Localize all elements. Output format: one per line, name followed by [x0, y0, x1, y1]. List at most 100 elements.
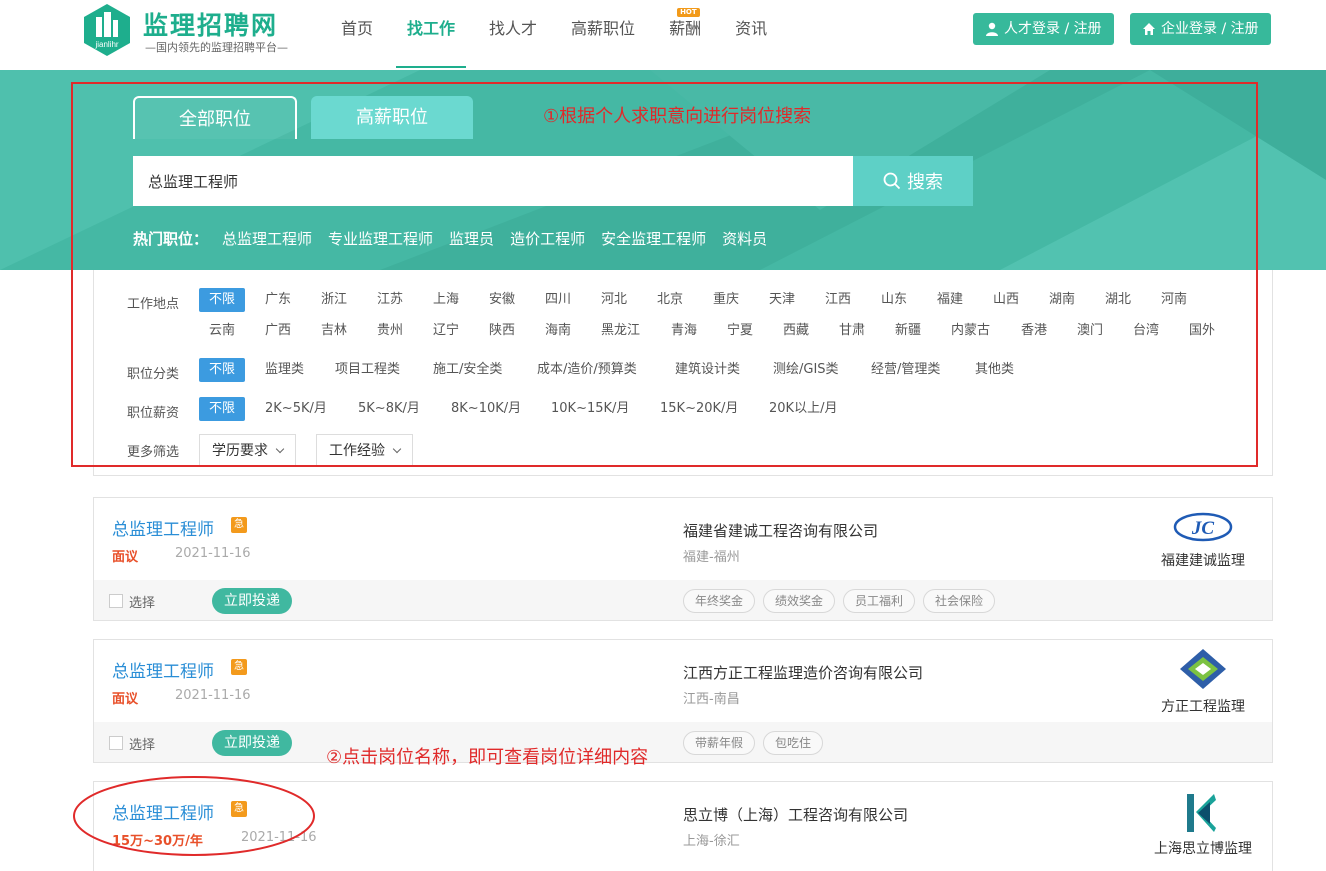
- talent-login-button[interactable]: 人才登录 / 注册: [973, 13, 1114, 45]
- apply-button[interactable]: 立即投递: [212, 588, 292, 614]
- location-chip[interactable]: 澳门: [1077, 319, 1103, 343]
- category-chip[interactable]: 经营/管理类: [871, 358, 940, 382]
- location-chip[interactable]: 甘肃: [839, 319, 865, 343]
- job-title-link[interactable]: 总监理工程师: [112, 515, 214, 540]
- location-chip[interactable]: 西藏: [783, 319, 809, 343]
- salary-chip[interactable]: 8K~10K/月: [451, 397, 521, 421]
- job-location: 江西-南昌: [683, 692, 740, 707]
- location-chip[interactable]: 江苏: [377, 288, 403, 312]
- company-name-link[interactable]: 思立博（上海）工程咨询有限公司: [683, 804, 908, 825]
- nav-salary-label: 薪酬: [669, 19, 702, 38]
- benefit-tag: 绩效奖金: [763, 589, 836, 613]
- location-chip[interactable]: 辽宁: [433, 319, 459, 343]
- select-checkbox[interactable]: [109, 736, 123, 750]
- company-logo-icon[interactable]: [1184, 792, 1220, 834]
- location-chip[interactable]: 天津: [769, 288, 795, 312]
- experience-dropdown[interactable]: 工作经验: [316, 434, 413, 466]
- location-chip[interactable]: 云南: [209, 319, 235, 343]
- search-button[interactable]: 搜索: [853, 156, 973, 206]
- benefit-tag: 包吃住: [763, 731, 824, 755]
- select-checkbox[interactable]: [109, 594, 123, 608]
- hot-job-link[interactable]: 安全监理工程师: [601, 228, 706, 249]
- location-chip[interactable]: 新疆: [895, 319, 921, 343]
- nav-find-job[interactable]: 找工作: [396, 0, 467, 70]
- category-chip[interactable]: 施工/安全类: [433, 358, 502, 382]
- location-chip[interactable]: 广西: [265, 319, 291, 343]
- search-icon: [883, 172, 901, 190]
- education-dropdown[interactable]: 学历要求: [199, 434, 296, 466]
- salary-chip[interactable]: 20K以上/月: [769, 397, 837, 421]
- nav-home[interactable]: 首页: [330, 0, 384, 70]
- salary-chip[interactable]: 5K~8K/月: [358, 397, 420, 421]
- location-chip[interactable]: 不限: [199, 288, 246, 312]
- main-nav: 首页 找工作 找人才 高薪职位 HOT 薪酬 资讯: [330, 0, 790, 70]
- location-chip[interactable]: 陕西: [489, 319, 515, 343]
- location-chip[interactable]: 山西: [993, 288, 1019, 312]
- location-chip[interactable]: 北京: [657, 288, 683, 312]
- salary-chip[interactable]: 2K~5K/月: [265, 397, 327, 421]
- location-chip[interactable]: 河北: [601, 288, 627, 312]
- location-chip[interactable]: 山东: [881, 288, 907, 312]
- location-chip[interactable]: 广东: [265, 288, 291, 312]
- location-chip[interactable]: 湖南: [1049, 288, 1075, 312]
- location-chip[interactable]: 上海: [433, 288, 459, 312]
- company-logo-icon[interactable]: JC: [1172, 510, 1234, 544]
- logo-title[interactable]: 监理招聘网: [143, 6, 278, 42]
- location-chip[interactable]: 四川: [545, 288, 571, 312]
- benefit-tag: 带薪年假: [683, 731, 756, 755]
- location-chip[interactable]: 内蒙古: [951, 319, 990, 343]
- category-chip[interactable]: 不限: [199, 358, 246, 382]
- job-salary: 面议: [112, 550, 139, 565]
- tab-high-salary-jobs[interactable]: 高薪职位: [311, 96, 473, 139]
- location-chip[interactable]: 浙江: [321, 288, 347, 312]
- nav-high-salary[interactable]: 高薪职位: [560, 0, 646, 70]
- logo-icon[interactable]: jianlihr: [82, 3, 132, 57]
- category-chip[interactable]: 项目工程类: [335, 358, 400, 382]
- apply-button[interactable]: 立即投递: [212, 730, 292, 756]
- job-date: 2021-11-16: [175, 546, 251, 561]
- salary-chip[interactable]: 10K~15K/月: [551, 397, 629, 421]
- location-chip[interactable]: 国外: [1189, 319, 1215, 343]
- location-chip[interactable]: 吉林: [321, 319, 347, 343]
- location-chip[interactable]: 重庆: [713, 288, 739, 312]
- category-chip[interactable]: 监理类: [265, 358, 304, 382]
- nav-salary[interactable]: HOT 薪酬: [658, 0, 712, 70]
- tab-all-jobs[interactable]: 全部职位: [133, 96, 297, 139]
- job-search-input[interactable]: [133, 156, 853, 206]
- logo-mark-text: jianlihr: [94, 40, 118, 49]
- location-chip[interactable]: 海南: [545, 319, 571, 343]
- category-chip[interactable]: 测绘/GIS类: [773, 358, 839, 382]
- category-chip[interactable]: 建筑设计类: [675, 358, 740, 382]
- nav-find-talent[interactable]: 找人才: [478, 0, 548, 70]
- hot-job-link[interactable]: 造价工程师: [510, 228, 585, 249]
- hot-job-link[interactable]: 总监理工程师: [222, 228, 312, 249]
- company-login-button[interactable]: 企业登录 / 注册: [1130, 13, 1271, 45]
- company-name-link[interactable]: 福建省建诚工程咨询有限公司: [683, 520, 878, 541]
- search-hero: 全部职位 高薪职位 搜索 热门职位： 总监理工程师 专业监理工程师 监理员 造价…: [0, 70, 1326, 270]
- location-chip[interactable]: 河南: [1161, 288, 1187, 312]
- location-chip[interactable]: 黑龙江: [601, 319, 640, 343]
- location-chip[interactable]: 台湾: [1133, 319, 1159, 343]
- location-chip[interactable]: 宁夏: [727, 319, 753, 343]
- location-chip[interactable]: 江西: [825, 288, 851, 312]
- location-chip[interactable]: 青海: [671, 319, 697, 343]
- hot-job-link[interactable]: 监理员: [449, 228, 494, 249]
- company-name-link[interactable]: 江西方正工程监理造价咨询有限公司: [683, 662, 923, 683]
- company-logo-icon[interactable]: [1178, 648, 1228, 690]
- job-title-link[interactable]: 总监理工程师: [112, 657, 214, 682]
- hot-job-link[interactable]: 资料员: [722, 228, 767, 249]
- location-chip[interactable]: 贵州: [377, 319, 403, 343]
- location-chip[interactable]: 福建: [937, 288, 963, 312]
- job-title-link[interactable]: 总监理工程师: [112, 799, 214, 824]
- category-chip[interactable]: 其他类: [975, 358, 1014, 382]
- hot-job-link[interactable]: 专业监理工程师: [328, 228, 433, 249]
- salary-chip[interactable]: 15K~20K/月: [660, 397, 738, 421]
- job-location: 上海-徐汇: [683, 834, 740, 849]
- select-label: 选择: [129, 596, 156, 611]
- location-chip[interactable]: 香港: [1021, 319, 1047, 343]
- nav-news[interactable]: 资讯: [724, 0, 778, 70]
- salary-chip[interactable]: 不限: [199, 397, 246, 421]
- category-chip[interactable]: 成本/造价/预算类: [537, 358, 637, 382]
- location-chip[interactable]: 安徽: [489, 288, 515, 312]
- location-chip[interactable]: 湖北: [1105, 288, 1131, 312]
